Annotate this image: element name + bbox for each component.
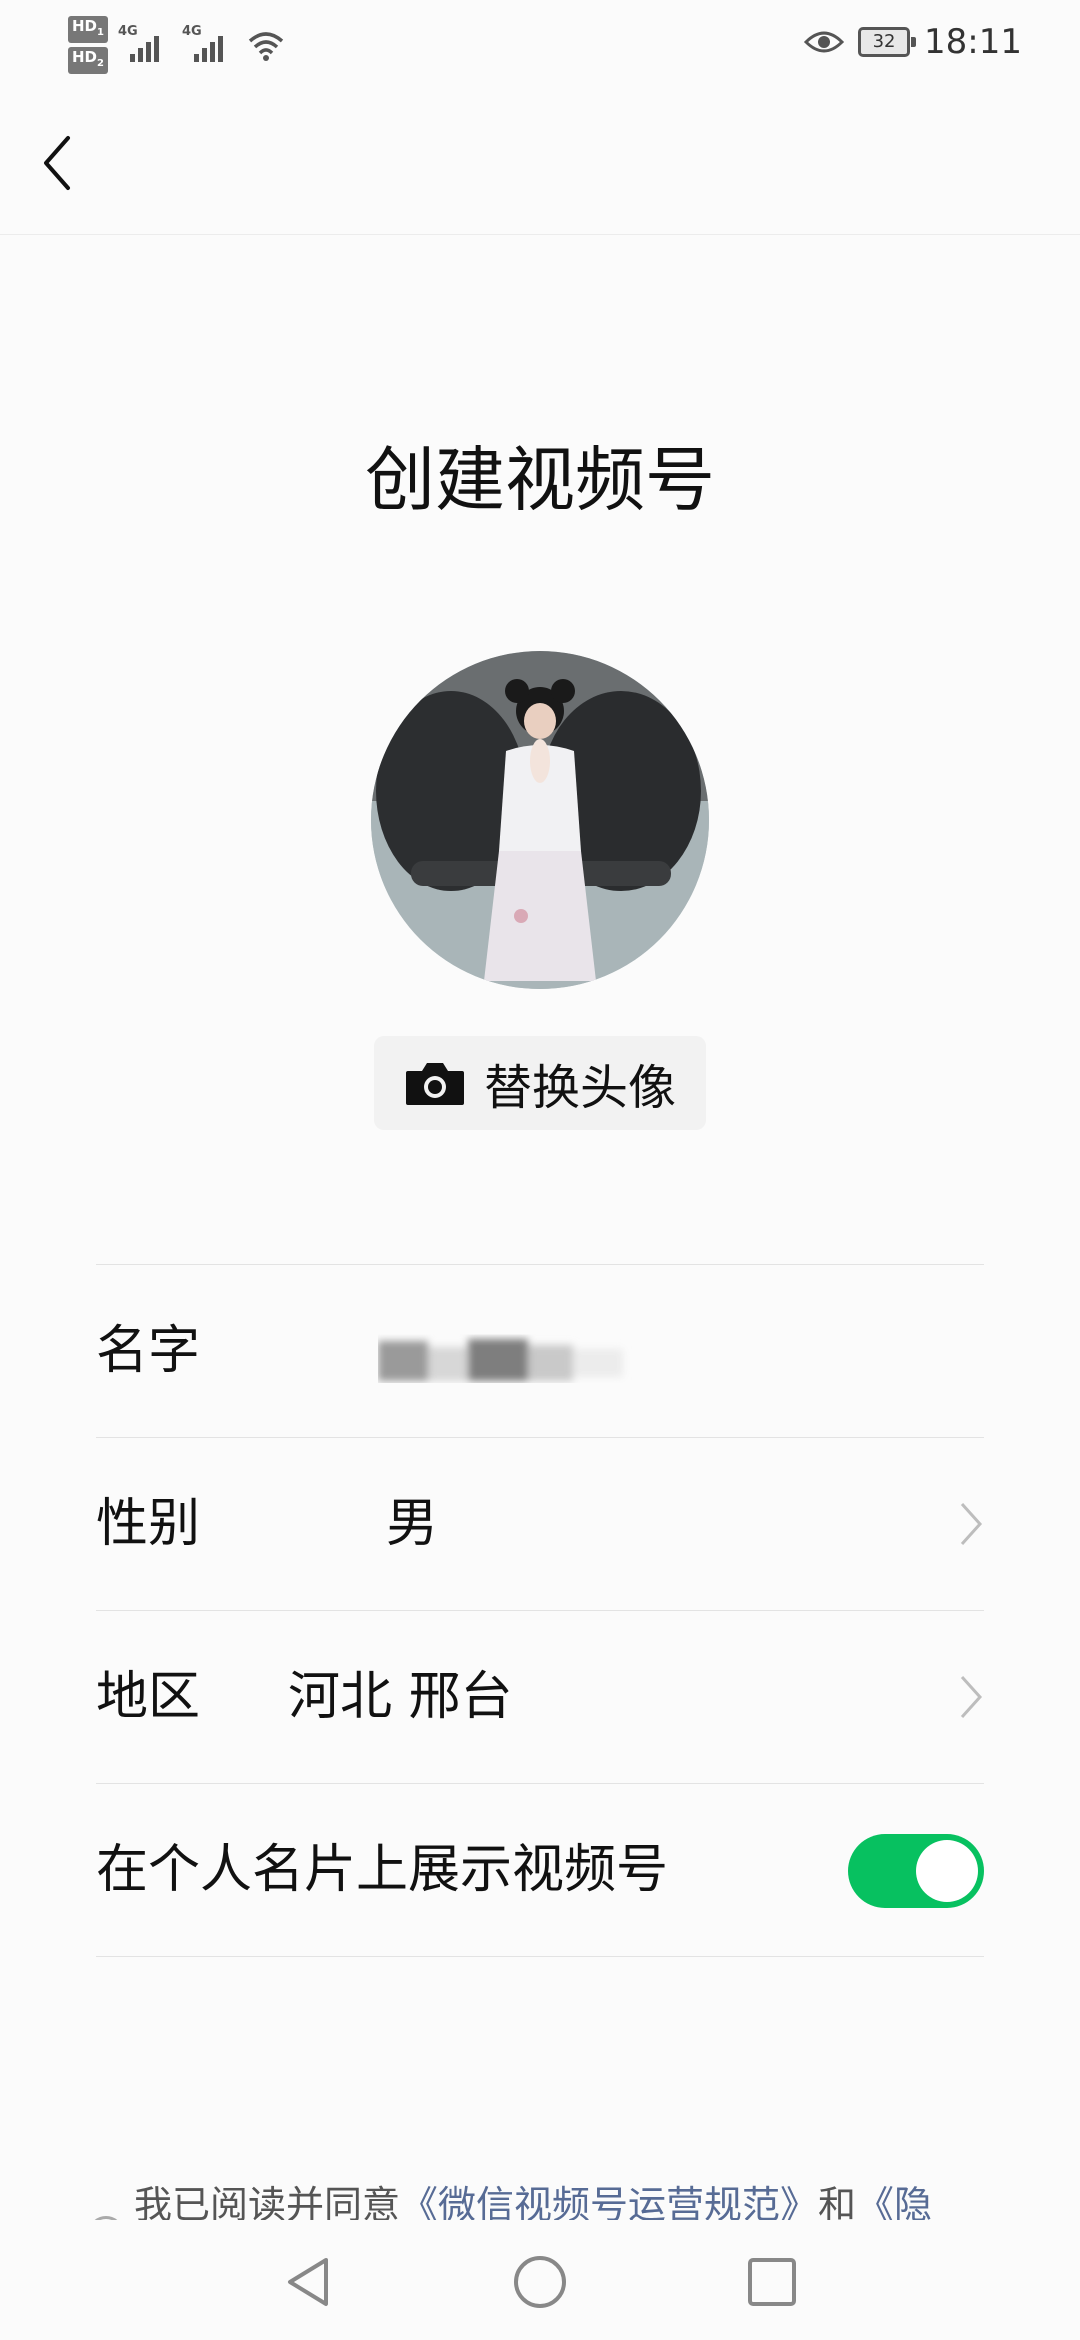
back-icon[interactable] [30, 128, 90, 198]
name-label: 名字 [96, 1321, 201, 1381]
region-value: 河北 邢台 [288, 1667, 513, 1727]
toggle-knob [916, 1840, 978, 1902]
operation-rules-link[interactable]: 《微信视频号运营规范》 [400, 2183, 818, 2220]
clock: 18:11 [924, 22, 1022, 62]
gender-value: 男 [386, 1494, 439, 1554]
replace-avatar-label: 替换头像 [483, 1060, 676, 1116]
hd-badge-1: HD1 [68, 16, 108, 43]
avatar-photo [371, 651, 709, 989]
nav-home-icon[interactable] [510, 2252, 570, 2312]
nav-back-icon[interactable] [278, 2252, 338, 2312]
agreement-prefix: 我已阅读并同意 [134, 2183, 401, 2220]
profile-form: 名字 性别 男 地区 河北 邢台 在个人名片上展示视频号 [96, 1264, 984, 1957]
nav-bar [0, 92, 1080, 235]
camera-icon [405, 1063, 464, 1105]
chevron-right-icon [960, 1502, 983, 1546]
nav-recents-icon[interactable] [742, 2252, 802, 2312]
show-on-card-row: 在个人名片上展示视频号 [96, 1784, 984, 1957]
battery-icon: 32 [858, 27, 917, 57]
gender-row[interactable]: 性别 男 [96, 1438, 984, 1611]
status-left: HD1 HD2 4G 4G [68, 16, 286, 74]
agreement-line: 我已阅读并同意《微信视频号运营规范》和《隐 [0, 2170, 1080, 2220]
show-on-card-label: 在个人名片上展示视频号 [96, 1840, 669, 1900]
page-title: 创建视频号 [365, 439, 715, 521]
wifi-icon [248, 32, 284, 61]
avatar[interactable] [371, 651, 709, 989]
region-label: 地区 [96, 1667, 201, 1727]
name-row[interactable]: 名字 [96, 1265, 984, 1438]
eye-comfort-icon [804, 31, 845, 53]
signal-icon-1: 4G [118, 22, 172, 68]
hd-indicators: HD1 HD2 [68, 16, 108, 74]
region-row[interactable]: 地区 河北 邢台 [96, 1611, 984, 1784]
status-bar: HD1 HD2 4G 4G 32 18:11 [0, 0, 1080, 92]
show-on-card-toggle[interactable] [848, 1834, 984, 1908]
chevron-right-icon [960, 1675, 983, 1719]
signal-icon-2: 4G [182, 22, 236, 68]
hd-badge-2: HD2 [68, 47, 108, 74]
name-value-blurred[interactable] [378, 1333, 638, 1383]
privacy-link[interactable]: 《隐 [856, 2183, 932, 2220]
system-nav-bar [0, 2220, 1080, 2340]
agreement-and: 和 [818, 2183, 857, 2220]
gender-label: 性别 [96, 1494, 201, 1554]
status-right: 32 18:11 [804, 22, 1022, 62]
battery-level: 32 [872, 31, 896, 52]
agreement-text: 我已阅读并同意《微信视频号运营规范》和《隐 [134, 2174, 932, 2220]
replace-avatar-button[interactable]: 替换头像 [374, 1036, 706, 1130]
